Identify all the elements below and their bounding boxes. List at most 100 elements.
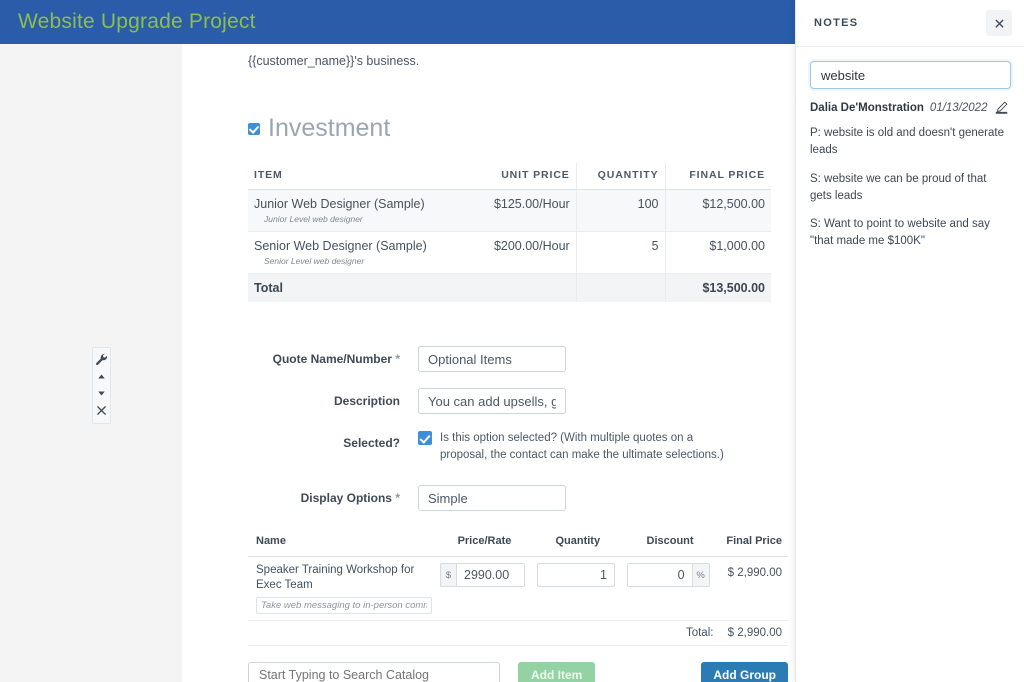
row-quantity: 100 (575, 189, 666, 232)
main-content: {{customer_name}}'s business. Investment… (182, 44, 795, 682)
close-x-icon (994, 19, 1004, 28)
col-quantity: QUANTITY (575, 163, 666, 190)
table-row: Senior Web Designer (Sample) Senior Leve… (248, 231, 771, 274)
line-item-price-cell: $ (436, 556, 533, 622)
investment-table: ITEM UNIT PRICE QUANTITY FINAL PRICE Jun… (248, 163, 771, 302)
line-item-quantity-input[interactable] (536, 563, 615, 588)
discount-input-group: % (626, 563, 714, 588)
investment-total-spacer-1 (470, 273, 577, 302)
investment-total-row: Total $13,500.00 (248, 273, 771, 302)
col-item: ITEM (248, 163, 471, 190)
note-line: S: website we can be proud of that gets … (810, 172, 987, 202)
line-item-final-price: $ 2,990.00 (717, 556, 788, 622)
row-item-desc: Junior Level web designer (264, 214, 363, 224)
note-entry-meta: Dalia De'Monstration 01/13/2022 (810, 101, 1010, 114)
element-mini-toolbar (92, 347, 111, 424)
col-discount: Discount (622, 529, 718, 558)
note-author: Dalia De'Monstration (810, 101, 924, 114)
display-options-label: Display Options * (182, 485, 418, 505)
line-item-qty-cell (532, 556, 623, 622)
line-items-total-row: Total: $ 2,990.00 (248, 620, 788, 647)
note-line: P: website is old and doesn't generate l… (810, 127, 1004, 157)
row-item-cell: Junior Web Designer (Sample) Junior Leve… (248, 189, 471, 232)
display-options-label-text: Display Options (300, 491, 392, 506)
row-item-desc: Senior Level web designer (264, 256, 365, 266)
line-item-desc-input[interactable] (256, 597, 432, 615)
row-quantity: 5 (575, 231, 666, 274)
description-control (418, 388, 795, 414)
row-item-name: Junior Web Designer (Sample) (254, 197, 425, 211)
row-final-price: $1,000.00 (664, 231, 771, 274)
line-items-table: Name Price/Rate Quantity Discount Final … (248, 529, 788, 647)
left-rail (0, 44, 182, 682)
row-item-cell: Senior Web Designer (Sample) Senior Leve… (248, 231, 471, 274)
pencil-icon[interactable] (995, 101, 1008, 114)
table-row: Speaker Training Workshop for Exec Team … (248, 556, 788, 622)
notes-panel-header: NOTES (796, 0, 1024, 47)
selected-control: Is this option selected? (With multiple … (418, 430, 795, 463)
caret-down-icon[interactable] (95, 387, 108, 400)
investment-section-checkbox[interactable] (248, 122, 260, 135)
row-unit-price: $200.00/Hour (470, 231, 577, 274)
quote-name-label-text: Quote Name/Number (272, 352, 392, 366)
percent-addon: % (692, 563, 710, 588)
line-item-name-cell: Speaker Training Workshop for Exec Team (248, 556, 436, 622)
catalog-search-input[interactable] (248, 662, 500, 682)
display-options-control (418, 485, 795, 512)
wrench-icon[interactable] (95, 353, 108, 366)
field-row-selected: Selected? Is this option selected? (With… (182, 430, 795, 463)
page-title: Website Upgrade Project (18, 10, 256, 33)
field-row-display-options: Display Options * (182, 485, 795, 512)
line-item-price-input[interactable] (457, 563, 525, 588)
selected-checkbox[interactable] (418, 431, 432, 445)
investment-section-header: Investment (248, 116, 795, 141)
col-final-price: FINAL PRICE (664, 163, 771, 190)
field-row-description: Description (182, 388, 795, 414)
selected-checkbox-line: Is this option selected? (With multiple … (418, 430, 738, 463)
table-row: Junior Web Designer (Sample) Junior Leve… (248, 189, 771, 232)
investment-section-title: Investment (268, 114, 391, 142)
quote-form: Quote Name/Number * Description Selected… (182, 346, 795, 512)
notes-close-button[interactable] (986, 10, 1012, 36)
field-row-quote-name: Quote Name/Number * (182, 346, 795, 372)
quote-name-required-marker: * (395, 352, 400, 366)
description-input[interactable] (418, 388, 566, 414)
add-item-button[interactable]: Add Item (518, 662, 596, 682)
add-group-button[interactable]: Add Group (701, 662, 788, 682)
col-price-rate: Price/Rate (436, 529, 533, 558)
investment-total-value: $13,500.00 (664, 273, 771, 302)
currency-addon: $ (440, 563, 457, 588)
catalog-action-bar: Add Item Add Group (248, 662, 788, 682)
total-spacer-2 (436, 620, 533, 647)
quote-name-label: Quote Name/Number * (182, 346, 418, 366)
total-spacer-3 (532, 620, 623, 647)
notes-search-input[interactable] (810, 61, 1011, 89)
notes-panel: NOTES Dalia De'Monstration 01/13/2022 P:… (795, 0, 1024, 682)
line-items-header-row: Name Price/Rate Quantity Discount Final … (248, 529, 788, 558)
line-item-discount-cell: % (622, 556, 718, 622)
col-unit-price: UNIT PRICE (470, 163, 577, 190)
note-date: 01/13/2022 (929, 101, 988, 114)
investment-total-spacer-2 (575, 273, 666, 302)
notes-panel-body: Dalia De'Monstration 01/13/2022 P: websi… (796, 47, 1024, 251)
description-label: Description (333, 394, 400, 408)
close-x-icon[interactable] (95, 404, 108, 417)
col-name: Name (248, 529, 436, 558)
selected-label: Selected? (343, 436, 400, 450)
row-unit-price: $125.00/Hour (470, 189, 577, 232)
line-item-discount-input[interactable] (626, 563, 693, 588)
note-line: S: Want to point to website and say "tha… (810, 218, 990, 248)
caret-up-icon[interactable] (95, 370, 108, 383)
total-spacer-1 (248, 620, 436, 647)
line-items-total-label: Total: (622, 620, 718, 647)
intro-text: {{customer_name}}'s business. (248, 54, 420, 68)
row-item-name: Senior Web Designer (Sample) (254, 239, 427, 253)
col-item-final-price: Final Price (717, 529, 788, 558)
col-qty: Quantity (532, 529, 623, 558)
investment-table-header-row: ITEM UNIT PRICE QUANTITY FINAL PRICE (248, 163, 771, 190)
quote-name-control (418, 346, 795, 372)
app-root: Website Upgrade Project Preview (0, 0, 1024, 682)
price-input-group: $ (440, 563, 529, 588)
quote-name-input[interactable] (418, 346, 566, 372)
display-options-select[interactable] (418, 485, 566, 512)
